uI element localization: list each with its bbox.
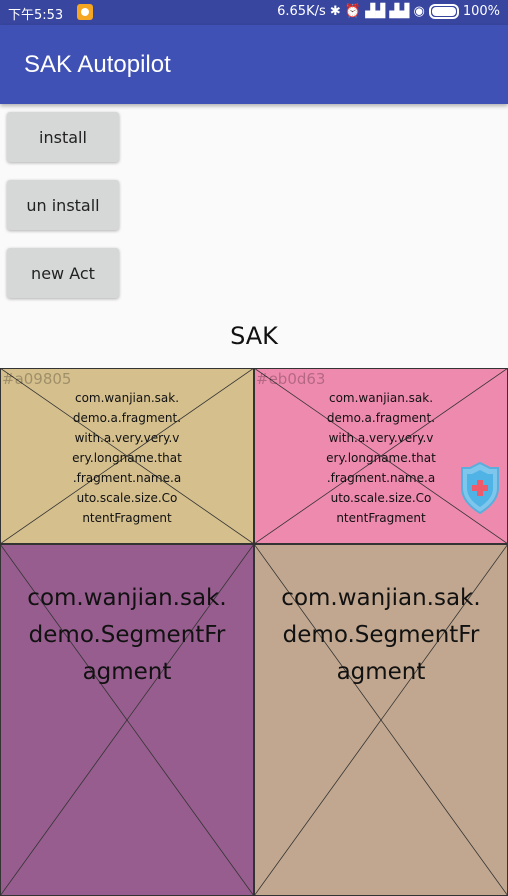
status-bar: 下午5:53 6.65K/s ✱ ⏰ ▟▟ ▟▟ ◉ 100% <box>0 0 508 25</box>
fragment-bottom-left: com.wanjian.sak. demo.SegmentFr agment <box>0 544 254 896</box>
fragment-top-right: #eb0d63 com.wanjian.sak. demo.a.fragment… <box>254 368 508 544</box>
fragment-name-text: com.wanjian.sak. demo.SegmentFr agment <box>27 585 227 685</box>
status-time: 下午5:53 <box>8 8 64 23</box>
notification-icon <box>77 4 93 20</box>
fragment-name-text: com.wanjian.sak. demo.a.fragment. with.a… <box>72 391 182 525</box>
sak-label: SAK <box>230 322 278 350</box>
uninstall-button[interactable]: un install <box>7 180 119 230</box>
status-indicators: 6.65K/s ✱ ⏰ ▟▟ ▟▟ ◉ 100% <box>277 4 500 19</box>
app-bar: SAK Autopilot <box>0 25 508 104</box>
fragment-bottom-right: com.wanjian.sak. demo.SegmentFr agment <box>254 544 508 896</box>
fragment-top-left: #a09805 com.wanjian.sak. demo.a.fragment… <box>0 368 254 544</box>
hex-color-label: #a09805 <box>2 370 72 388</box>
battery-percent: 100% <box>462 4 500 19</box>
hex-color-label: #eb0d63 <box>256 370 326 388</box>
sak-shield-icon[interactable] <box>460 462 500 514</box>
app-title: SAK Autopilot <box>24 51 171 78</box>
network-speed: 6.65K/s ✱ ⏰ ▟▟ ▟▟ ◉ <box>277 4 425 19</box>
new-act-button[interactable]: new Act <box>7 248 119 298</box>
fragment-name-text: com.wanjian.sak. demo.SegmentFr agment <box>281 585 481 685</box>
install-button[interactable]: install <box>7 112 119 162</box>
battery-icon <box>428 4 459 19</box>
